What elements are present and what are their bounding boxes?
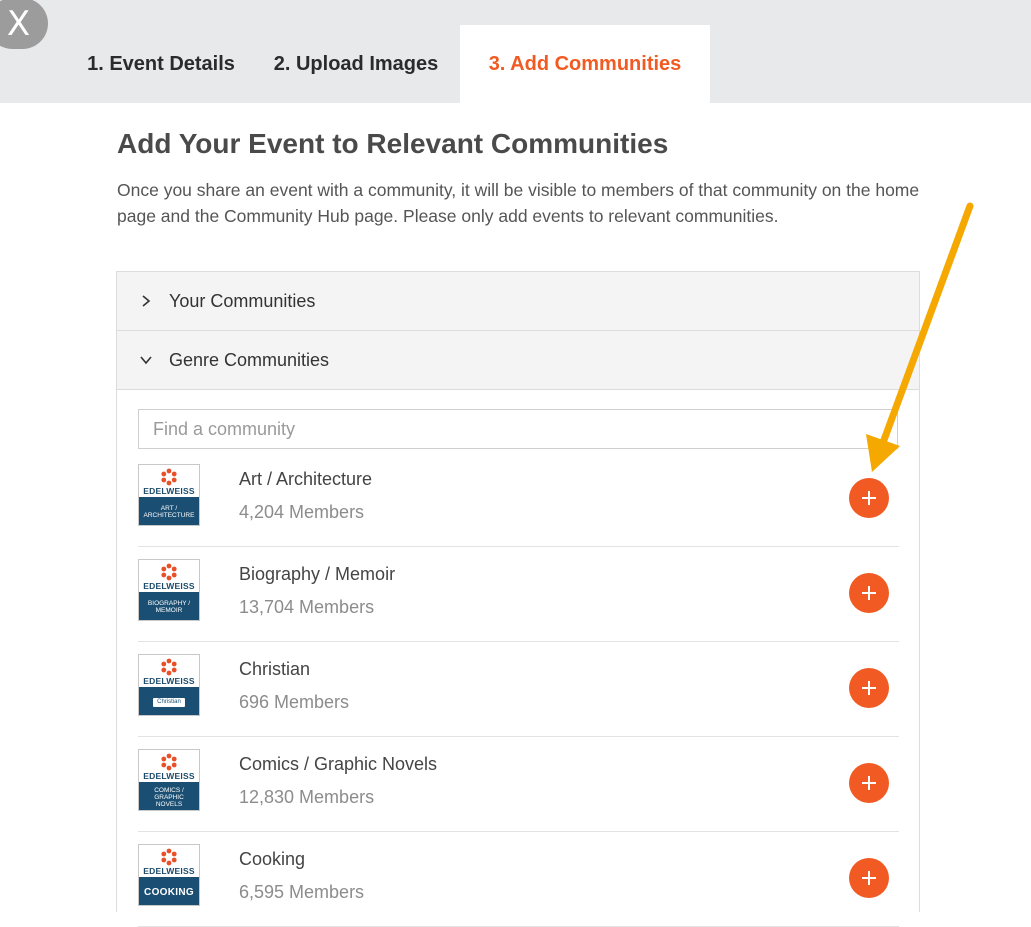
community-members: 6,595 Members — [239, 882, 365, 902]
communities-panel: Your Communities Genre Communities EDELW… — [116, 271, 920, 927]
community-row: EDELWEISS BIOGRAPHY / MEMOIR Biography /… — [138, 547, 899, 642]
logo-band: BIOGRAPHY / MEMOIR — [139, 592, 199, 620]
community-row: EDELWEISS COOKING Cooking 6,595 Members — [138, 832, 899, 927]
community-logo: EDELWEISS ART / ARCHITECTURE — [138, 464, 200, 526]
tab-add-communities[interactable]: 3. Add Communities — [460, 25, 710, 103]
community-members: 12,830 Members — [239, 787, 375, 807]
close-icon: X — [6, 3, 31, 44]
logo-band: COMICS / GRAPHIC NOVELS — [139, 782, 199, 810]
accordion-genre-communities[interactable]: Genre Communities — [117, 331, 919, 390]
tab-event-details[interactable]: 1. Event Details — [70, 26, 252, 103]
community-name: Biography / Memoir — [239, 564, 396, 584]
logo-brand: EDELWEISS — [143, 866, 195, 876]
community-members: 13,704 Members — [239, 597, 375, 617]
page-title: Add Your Event to Relevant Communities — [117, 128, 669, 159]
community-name: Cooking — [239, 849, 306, 869]
add-community-button[interactable] — [849, 478, 889, 518]
community-name: Art / Architecture — [239, 469, 373, 489]
community-row: EDELWEISS ART / ARCHITECTURE Art / Archi… — [138, 452, 899, 547]
community-logo: EDELWEISS COMICS / GRAPHIC NOVELS — [138, 749, 200, 811]
accordion-your-communities[interactable]: Your Communities — [117, 272, 919, 331]
accordion-label: Genre Communities — [169, 349, 330, 370]
plus-icon — [862, 871, 876, 885]
community-name: Christian — [239, 659, 311, 679]
community-logo: EDELWEISS BIOGRAPHY / MEMOIR — [138, 559, 200, 621]
close-button[interactable]: X — [0, 0, 48, 49]
edelweiss-flower-icon — [161, 753, 177, 771]
community-list: EDELWEISS ART / ARCHITECTURE Art / Archi… — [138, 452, 899, 927]
intro-text: Once you share an event with a community… — [117, 180, 920, 226]
logo-band-label: Christian — [153, 697, 185, 707]
add-community-button[interactable] — [849, 668, 889, 708]
plus-icon — [862, 491, 876, 505]
community-members: 696 Members — [239, 692, 350, 712]
chevron-right-icon — [139, 294, 153, 308]
edelweiss-flower-icon — [161, 848, 177, 866]
community-logo: EDELWEISS Christian — [138, 654, 200, 716]
add-community-button[interactable] — [849, 573, 889, 613]
logo-band: Christian — [139, 687, 199, 715]
edelweiss-flower-icon — [161, 468, 177, 486]
logo-brand: EDELWEISS — [143, 676, 195, 686]
chevron-down-icon — [139, 353, 153, 367]
plus-icon — [862, 681, 876, 695]
add-community-button[interactable] — [849, 763, 889, 803]
logo-band: ART / ARCHITECTURE — [139, 497, 199, 525]
community-row: EDELWEISS COMICS / GRAPHIC NOVELS Comics… — [138, 737, 899, 832]
plus-icon — [862, 776, 876, 790]
logo-brand: EDELWEISS — [143, 771, 195, 781]
accordion-label: Your Communities — [169, 290, 316, 311]
add-community-button[interactable] — [849, 858, 889, 898]
tab-upload-images[interactable]: 2. Upload Images — [258, 26, 454, 103]
logo-band: COOKING — [139, 877, 199, 905]
logo-brand: EDELWEISS — [143, 486, 195, 496]
edelweiss-flower-icon — [161, 658, 177, 676]
plus-icon — [862, 586, 876, 600]
edelweiss-flower-icon — [161, 563, 177, 581]
community-row: EDELWEISS Christian Christian 696 Member… — [138, 642, 899, 737]
community-name: Comics / Graphic Novels — [239, 754, 438, 774]
community-search-input[interactable] — [138, 409, 898, 449]
logo-brand: EDELWEISS — [143, 581, 195, 591]
community-members: 4,204 Members — [239, 502, 365, 522]
tab-bar: X 1. Event Details 2. Upload Images 3. A… — [0, 0, 1031, 103]
